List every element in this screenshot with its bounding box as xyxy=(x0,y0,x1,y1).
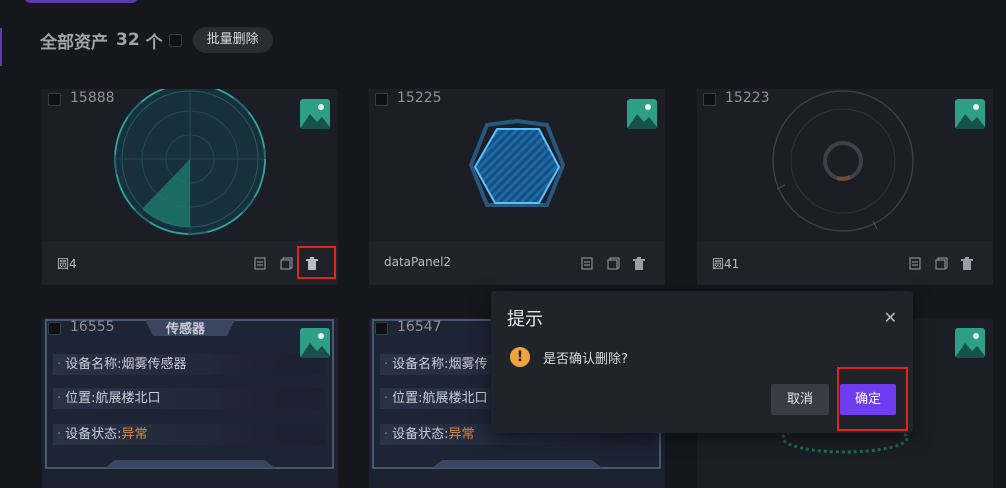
page-title: 全部资产 xyxy=(40,32,108,53)
delete-icon[interactable] xyxy=(631,255,647,271)
asset-card[interactable]: 15223 圆41 xyxy=(697,89,993,285)
confirm-button-highlight xyxy=(837,367,908,431)
asset-card[interactable]: 15888 圆4 xyxy=(42,89,338,285)
side-accent-bar xyxy=(0,28,2,66)
card-preview: 15225 xyxy=(369,89,665,241)
delete-icon[interactable] xyxy=(959,255,975,271)
card-name: dataPanel2 xyxy=(384,255,452,269)
asset-count-unit: 个 xyxy=(145,32,163,53)
card-footer: 圆4 xyxy=(42,241,338,285)
card-checkbox[interactable] xyxy=(703,93,716,106)
delete-icon-highlight xyxy=(297,246,336,279)
cancel-button[interactable]: 取消 xyxy=(771,384,829,415)
top-tab[interactable] xyxy=(24,0,138,3)
card-footer: dataPanel2 xyxy=(369,241,665,285)
sensor-panel-thumbnail: 传感器 · 设备名称:烟雾传感器 · 位置:航展楼北口 · 设备状态:异常 xyxy=(45,318,335,469)
batch-delete-button[interactable]: 批量删除 xyxy=(192,27,273,53)
card-id: 15888 xyxy=(70,90,115,106)
card-id: 15223 xyxy=(725,90,770,106)
radar-thumbnail xyxy=(114,89,266,235)
card-preview: 传感器 · 设备名称:烟雾传感器 · 位置:航展楼北口 · 设备状态:异常 16555 xyxy=(42,318,338,488)
ring-thumbnail xyxy=(772,90,914,232)
image-type-icon xyxy=(955,99,985,129)
dialog-message: 是否确认删除? xyxy=(543,352,628,367)
warning-icon: ! xyxy=(510,347,530,367)
image-type-icon xyxy=(300,99,330,129)
card-footer: 圆41 xyxy=(697,241,993,285)
copy-icon[interactable] xyxy=(933,255,949,271)
card-checkbox[interactable] xyxy=(48,93,61,106)
close-icon[interactable]: ✕ xyxy=(884,308,897,327)
dialog-title: 提示 xyxy=(507,309,543,330)
edit-icon[interactable] xyxy=(579,255,595,271)
edit-icon[interactable] xyxy=(907,255,923,271)
edit-icon[interactable] xyxy=(252,255,268,271)
image-type-icon xyxy=(955,328,985,358)
card-checkbox[interactable] xyxy=(375,93,388,106)
asset-count: 32 xyxy=(116,30,140,50)
sensor-title: 传感器 xyxy=(166,322,206,337)
card-preview: 15223 xyxy=(697,89,993,241)
card-name: 圆4 xyxy=(57,257,77,271)
card-checkbox[interactable] xyxy=(48,322,61,335)
hexagon-thumbnail xyxy=(468,118,566,207)
asset-card[interactable]: 传感器 · 设备名称:烟雾传感器 · 位置:航展楼北口 · 设备状态:异常 16555 xyxy=(42,318,338,488)
card-checkbox[interactable] xyxy=(375,322,388,335)
image-type-icon xyxy=(300,328,330,358)
copy-icon[interactable] xyxy=(605,255,621,271)
image-type-icon xyxy=(627,99,657,129)
card-id: 16547 xyxy=(397,319,442,335)
sensor-row: · 设备状态:异常 xyxy=(53,424,325,445)
sensor-row: · 设备名称:烟雾传感器 xyxy=(53,354,325,375)
select-all-checkbox[interactable] xyxy=(168,33,182,47)
sensor-row: · 位置:航展楼北口 xyxy=(53,388,325,409)
copy-icon[interactable] xyxy=(278,255,294,271)
card-preview: 15888 xyxy=(42,89,338,241)
card-id: 15225 xyxy=(397,90,442,106)
card-id: 16555 xyxy=(70,319,115,335)
card-name: 圆41 xyxy=(712,257,740,271)
asset-header: 全部资产 32 个 批量删除 xyxy=(40,27,273,53)
asset-card[interactable]: 15225 dataPanel2 xyxy=(369,89,665,285)
